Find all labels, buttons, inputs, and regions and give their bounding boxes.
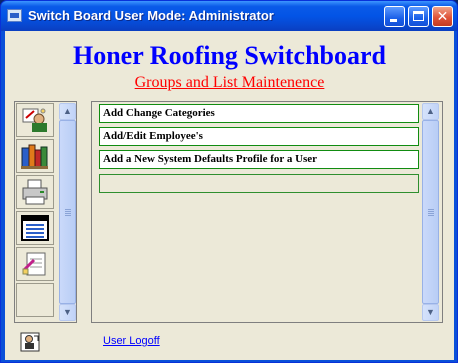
menu-item-add-system-defaults-profile[interactable]: Add a New System Defaults Profile for a … (99, 150, 419, 169)
window-title: Switch Board User Mode: Administrator (28, 8, 274, 23)
menu-item-empty[interactable] (99, 174, 419, 193)
user-logoff-icon[interactable] (20, 332, 40, 352)
page-subtitle: Groups and List Maintenence (134, 74, 325, 91)
menu-item-add-edit-employees[interactable]: Add/Edit Employee's (99, 127, 419, 146)
menu-list-scrollbar[interactable]: ▲ ▼ (422, 103, 439, 321)
icon-list-panel: ▲ ▼ (14, 101, 77, 323)
groups-button[interactable] (16, 139, 54, 173)
chevron-down-icon: ▼ (63, 307, 72, 317)
close-icon: ✕ (436, 9, 449, 25)
scroll-up-button[interactable]: ▲ (59, 103, 76, 120)
switchboard-form: Honer Roofing Switchboard Groups and Lis… (5, 31, 454, 360)
minimize-button[interactable] (384, 6, 405, 27)
page-title: Honer Roofing Switchboard (73, 41, 386, 70)
table-form-icon (21, 215, 49, 241)
app-window-icon[interactable] (7, 9, 22, 22)
maximize-button[interactable] (408, 6, 429, 27)
groups-books-icon (21, 144, 48, 169)
scroll-down-button[interactable]: ▼ (59, 304, 76, 321)
menu-list-panel: Add Change Categories Add/Edit Employee'… (91, 101, 443, 323)
scrollbar-thumb[interactable] (59, 120, 76, 304)
scroll-up-button[interactable]: ▲ (422, 103, 439, 120)
user-logoff-link[interactable]: User Logoff (103, 335, 160, 347)
icon-list (16, 103, 56, 321)
admin-user-button[interactable] (16, 103, 54, 137)
admin-user-icon (22, 108, 47, 132)
icon-list-scrollbar[interactable]: ▲ ▼ (59, 103, 76, 321)
menu-item-add-change-categories[interactable]: Add Change Categories (99, 104, 419, 123)
minimize-icon (390, 19, 397, 22)
chevron-down-icon: ▼ (426, 307, 435, 317)
title-bar[interactable]: Switch Board User Mode: Administrator ✕ (1, 1, 457, 31)
print-button[interactable] (16, 175, 54, 209)
empty-icon-slot[interactable] (16, 283, 54, 317)
printer-icon (22, 179, 48, 205)
chevron-up-icon: ▲ (63, 106, 72, 116)
close-button[interactable]: ✕ (432, 6, 453, 27)
scroll-down-button[interactable]: ▼ (422, 304, 439, 321)
scrollbar-thumb[interactable] (422, 120, 439, 304)
maximize-icon (413, 11, 424, 21)
table-form-button[interactable] (16, 211, 54, 245)
application-window: Switch Board User Mode: Administrator ✕ … (0, 0, 458, 363)
chevron-up-icon: ▲ (426, 106, 435, 116)
report-edit-icon (22, 252, 46, 276)
report-edit-button[interactable] (16, 247, 54, 281)
